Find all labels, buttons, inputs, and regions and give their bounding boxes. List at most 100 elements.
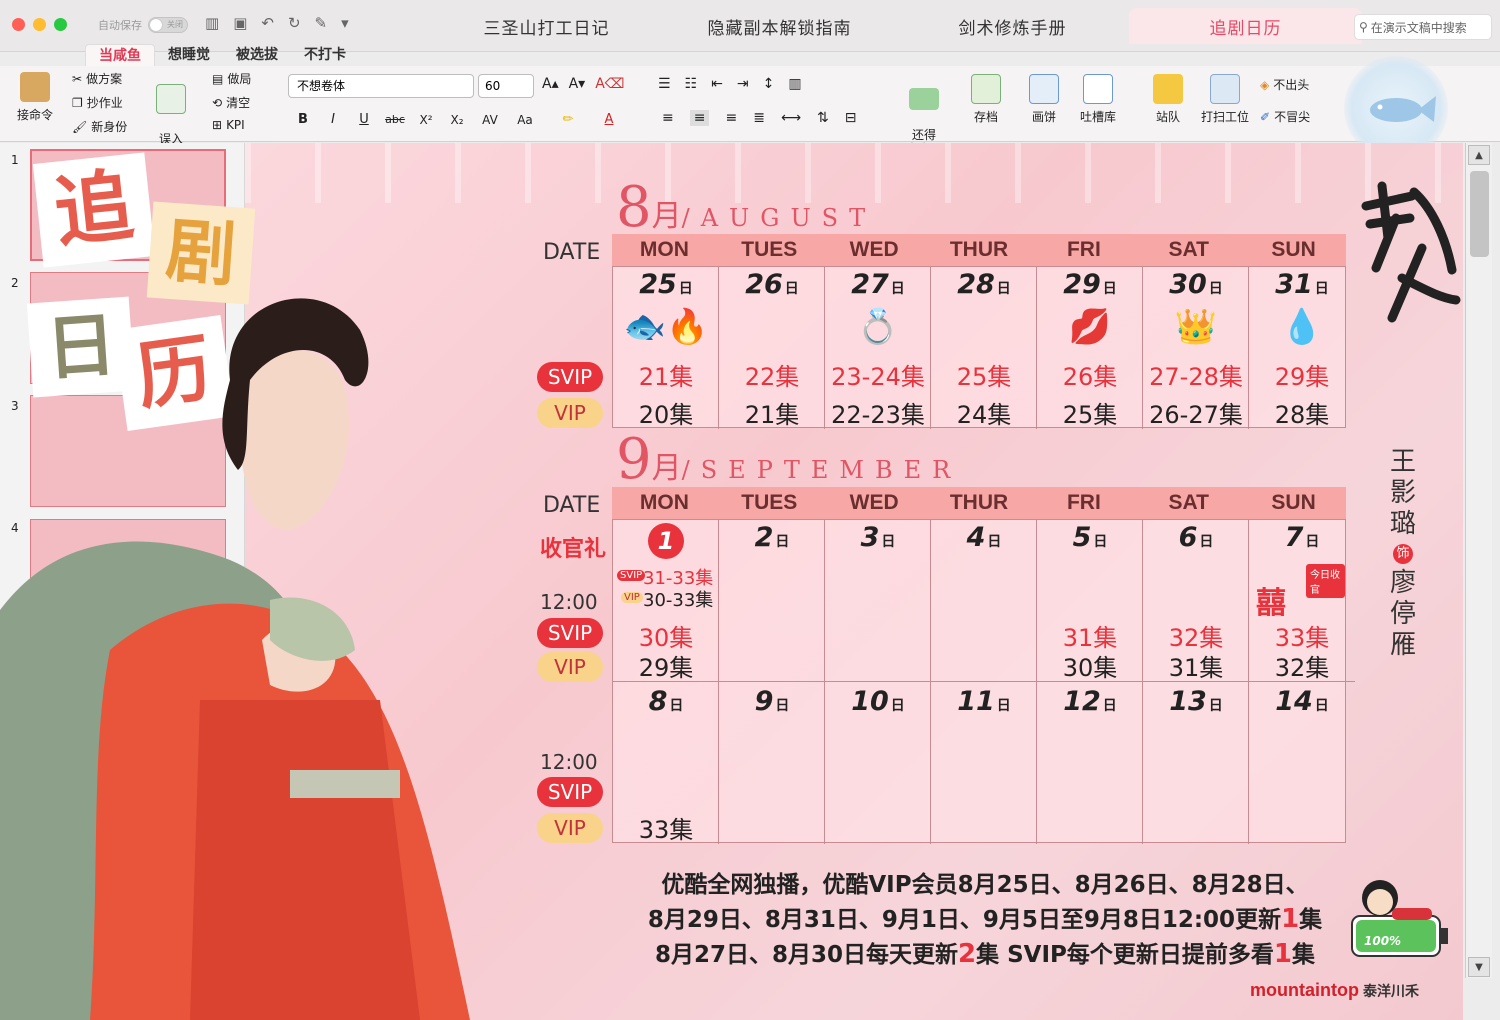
grow-font-icon[interactable]: A▴	[542, 76, 559, 92]
scroll-up-arrow-icon[interactable]: ▲	[1468, 145, 1490, 165]
redo-icon[interactable]: ↻	[288, 14, 301, 32]
cut-label: 做方案	[86, 72, 123, 86]
month-number: 9	[616, 427, 652, 492]
paste-label: 接命令	[16, 108, 53, 122]
vip-pill: VIP	[537, 398, 603, 428]
autosave-toggle[interactable]: 关闭	[148, 17, 188, 33]
align-right-icon[interactable]: ≡	[725, 110, 737, 126]
scroll-thumb[interactable]	[1470, 171, 1489, 257]
sidebar-toggle-icon[interactable]: ▥	[205, 14, 219, 32]
shape-fill-button[interactable]: ◈ 不出头	[1260, 76, 1309, 93]
september-day: 11 日	[957, 686, 1011, 717]
notes-line-2: 8月29日、8月31日、9月1日、9月5日至9月8日12:00更新1集	[625, 902, 1345, 937]
notes-line-3: 8月27日、8月30日每天更新2集 SVIP每个更新日提前多看1集	[625, 937, 1345, 972]
ribbon-tab-insert[interactable]: 想睡觉	[155, 44, 223, 66]
cast-char: 停	[1389, 599, 1416, 629]
font-color-button[interactable]: A	[596, 108, 622, 132]
notes-text: 8月29日、8月31日、9月1日、9月5日至9月8日12:00更新	[647, 907, 1282, 933]
paste-button[interactable]: 接命令	[12, 72, 58, 123]
clear-format-icon[interactable]: A⌫	[595, 76, 624, 92]
day-suffix: 日	[1208, 281, 1223, 297]
font-size-select[interactable]: 60	[478, 74, 534, 98]
notes-number: 2	[958, 939, 977, 969]
finale-day-marker: 1	[648, 523, 684, 559]
day-suffix: 日	[1102, 281, 1117, 297]
italic-button[interactable]: I	[320, 108, 346, 132]
highlight-icon[interactable]: ✏	[555, 108, 581, 132]
change-case-button[interactable]: Aa	[512, 108, 538, 132]
numbering-icon[interactable]: ☷	[685, 76, 698, 92]
svip-episodes: 29集	[1274, 363, 1330, 391]
close-window-button[interactable]	[12, 18, 25, 31]
justify-icon[interactable]: ≣	[753, 110, 765, 126]
ribbon-tab-draw[interactable]: 被选拔	[223, 44, 291, 66]
day-suffix: 日	[669, 698, 684, 714]
subscript-button[interactable]: X₂	[444, 108, 470, 132]
format-painter-button[interactable]: 🖌 新身份	[72, 118, 127, 135]
text-direction-icon[interactable]: ⇅	[817, 110, 829, 126]
line-spacing-icon[interactable]: ↕	[763, 76, 775, 92]
bullets-icon[interactable]: ☰	[658, 76, 671, 92]
font-name-select[interactable]: 不想卷体	[288, 74, 474, 98]
scroll-down-arrow-icon[interactable]: ▼	[1468, 957, 1490, 977]
copy-button[interactable]: ❐ 抄作业	[72, 94, 123, 111]
vip-pill: VIP	[537, 652, 603, 682]
cut-button[interactable]: ✂ 做方案	[72, 70, 122, 87]
bold-button[interactable]: B	[290, 108, 316, 132]
distributed-icon[interactable]: ⟷	[781, 110, 801, 126]
weekday-sat: SAT	[1168, 491, 1209, 514]
layout-button[interactable]: ▤ 做局	[212, 70, 251, 87]
quick-styles-button[interactable]: 打扫工位	[1198, 74, 1252, 125]
picture-button[interactable]: 存档	[966, 74, 1006, 125]
ribbon-tab-home[interactable]: 当咸鱼	[85, 44, 155, 66]
align-center-icon[interactable]: ≡	[689, 110, 710, 126]
september-day: 4日	[966, 522, 1002, 553]
reset-button[interactable]: ⟲ 清空	[212, 94, 250, 111]
underline-button[interactable]: U	[351, 108, 377, 132]
section-button[interactable]: ⊞ KPI	[212, 118, 245, 132]
finale-tag: 今日收官	[1306, 564, 1345, 598]
textbox-button[interactable]: 吐槽库	[1076, 74, 1120, 125]
august-day: 27 日	[851, 269, 905, 300]
zoom-window-button[interactable]	[54, 18, 67, 31]
month-char: 月	[651, 451, 682, 486]
shapes-button[interactable]: 画饼	[1024, 74, 1064, 125]
doc-tab-4[interactable]: 追剧日历	[1129, 8, 1362, 44]
ribbon-tab-design[interactable]: 不打卡	[291, 44, 359, 66]
battery-label: 100%	[1364, 934, 1402, 948]
align-left-icon[interactable]: ≡	[662, 110, 674, 126]
shape-outline-button[interactable]: ✐ 不冒尖	[1260, 108, 1310, 125]
shrink-font-icon[interactable]: A▾	[569, 76, 586, 92]
august-day: 28 日	[957, 269, 1011, 300]
vip-episodes: 32集	[1274, 654, 1330, 682]
customize-chevron-icon[interactable]: ▾	[341, 14, 349, 32]
char-spacing-button[interactable]: AV	[477, 108, 503, 132]
doc-tab-2[interactable]: 隐藏副本解锁指南	[663, 8, 896, 44]
day-suffix: 日	[881, 534, 896, 550]
save-icon[interactable]: ▣	[233, 14, 247, 32]
character-illustration	[0, 298, 470, 1020]
arrange-button[interactable]: 站队	[1148, 74, 1188, 125]
august-weekday-header: MON TUES WED THUR FRI SAT SUN	[612, 234, 1346, 266]
increase-indent-icon[interactable]: ⇥	[737, 76, 749, 92]
producer-logo: mountaintop 泰洋川禾	[1250, 980, 1419, 1001]
search-box[interactable]: ⚲ 在演示文稿中搜索	[1354, 14, 1492, 40]
doc-tab-3[interactable]: 剑术修炼手册	[896, 8, 1129, 44]
strikethrough-button[interactable]: abc	[382, 108, 408, 132]
august-day: 30 日	[1169, 269, 1223, 300]
ribbon-tabs: 当咸鱼 想睡觉 被选拔 不打卡	[85, 44, 359, 66]
minimize-window-button[interactable]	[33, 18, 46, 31]
svip-episodes: 21集	[638, 363, 694, 391]
month-english: /SEPTEMBER	[681, 456, 962, 484]
superscript-button[interactable]: X²	[413, 108, 439, 132]
finale-gift-label: 收官礼	[540, 537, 607, 562]
undo-icon[interactable]: ↶	[261, 14, 274, 32]
align-text-icon[interactable]: ⊟	[845, 110, 857, 126]
decrease-indent-icon[interactable]: ⇤	[711, 76, 723, 92]
edit-icon[interactable]: ✎	[315, 14, 328, 32]
doc-tab-1[interactable]: 三圣山打工日记	[430, 8, 663, 44]
picture-icon	[971, 74, 1001, 104]
columns-icon[interactable]: ▥	[788, 76, 801, 92]
search-icon: ⚲	[1359, 20, 1368, 34]
vertical-scrollbar[interactable]: ▲ ▼	[1465, 143, 1492, 978]
